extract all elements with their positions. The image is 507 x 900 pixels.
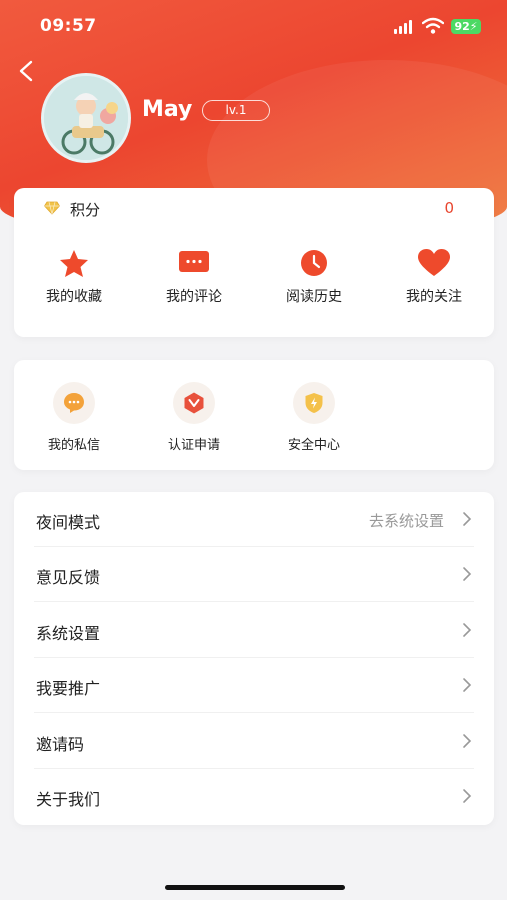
menu-item-label: 系统设置 [36,624,101,643]
chevron-right-icon [463,512,472,526]
chevron-right-icon [463,734,472,748]
shield-icon [305,393,323,413]
points-label: 积分 [70,201,101,219]
chevron-right-icon [463,678,472,692]
services-card: 我的私信 认证申请 安全中心 [14,360,494,470]
quick-action-label: 我的评论 [166,289,222,305]
avatar[interactable] [41,73,131,163]
comment-icon [179,251,209,272]
menu-item-value: 去系统设置 [368,512,444,530]
chevron-right-icon [463,789,472,803]
quick-action-following[interactable]: 我的关注 [374,248,494,306]
quick-action-label: 阅读历史 [286,289,342,305]
service-messages[interactable]: 我的私信 [14,382,134,453]
battery-icon: 92⚡ [451,19,481,34]
service-label: 我的私信 [47,438,100,453]
menu-item-label: 夜间模式 [36,513,101,532]
points-row[interactable]: 积分 0 [14,188,494,228]
battery-level: 92 [454,20,470,33]
menu-item-label: 邀请码 [36,735,85,754]
menu-item-about-us[interactable]: 关于我们 [34,769,474,824]
back-button[interactable] [18,60,40,84]
clock-icon [301,250,327,276]
menu-item-night-mode[interactable]: 夜间模式 去系统设置 [34,492,474,547]
diamond-icon [44,201,60,215]
quick-action-comments[interactable]: 我的评论 [134,248,254,306]
verify-icon [184,392,204,414]
menu-item-invite-code[interactable]: 邀请码 [34,714,474,769]
service-label: 认证申请 [167,438,220,453]
points-card: 积分 0 我的收藏 我的评论 阅读历史 我的关注 [14,188,494,337]
heart-icon [418,249,450,276]
menu-item-label: 关于我们 [36,790,101,809]
service-icon-circle [293,382,335,424]
level-badge: lv.1 [202,100,270,121]
points-value: 0 [444,199,454,217]
quick-action-favorites[interactable]: 我的收藏 [14,248,134,306]
menu-item-system-settings[interactable]: 系统设置 [34,603,474,658]
settings-menu-card: 夜间模式 去系统设置 意见反馈 系统设置 我要推广 邀请码 关于我们 [14,492,494,825]
message-icon [64,393,84,413]
service-icon-circle [173,382,215,424]
quick-action-history[interactable]: 阅读历史 [254,248,374,306]
star-icon [60,250,88,277]
wifi-icon [422,17,444,34]
chevron-right-icon [463,623,472,637]
signal-icon [394,20,414,34]
service-security[interactable]: 安全中心 [254,382,374,453]
chevron-left-icon [19,60,33,82]
chevron-right-icon [463,567,472,581]
menu-item-promote[interactable]: 我要推广 [34,658,474,713]
menu-item-label: 意见反馈 [36,568,101,587]
service-label: 安全中心 [287,438,340,453]
status-bar: 09:57 92⚡ [0,0,507,52]
quick-action-label: 我的关注 [406,289,462,305]
service-verification[interactable]: 认证申请 [134,382,254,453]
quick-action-label: 我的收藏 [46,289,102,305]
menu-item-feedback[interactable]: 意见反馈 [34,547,474,602]
status-time: 09:57 [40,16,97,36]
home-indicator[interactable] [165,885,345,890]
profile-name: May [142,97,193,122]
menu-item-label: 我要推广 [36,679,101,698]
service-icon-circle [53,382,95,424]
